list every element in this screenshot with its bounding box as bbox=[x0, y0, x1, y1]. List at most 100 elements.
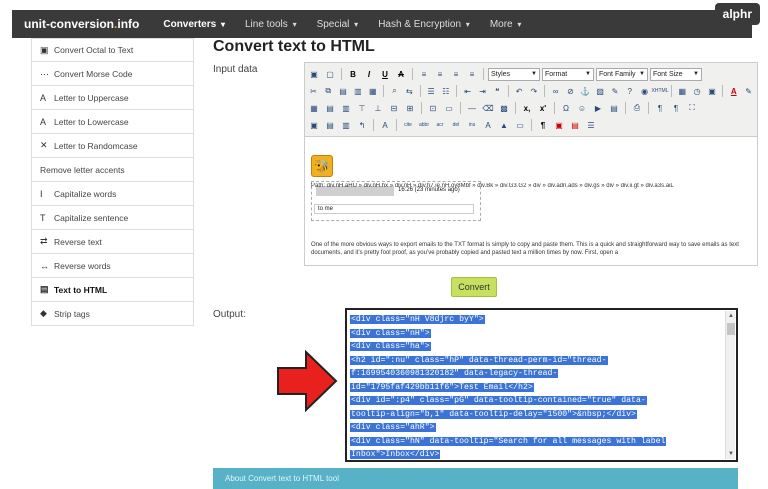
bullet-list-icon[interactable]: ☰ bbox=[425, 84, 438, 98]
insert-col-icon[interactable]: ⊞ bbox=[403, 101, 417, 115]
acronym-icon[interactable]: acr bbox=[433, 118, 447, 132]
sidebar-item-randomcase[interactable]: ✕ Letter to Randomcase bbox=[31, 134, 194, 158]
sidebar-item-uppercase[interactable]: A Letter to Uppercase bbox=[31, 86, 194, 110]
scrollbar-thumb[interactable] bbox=[727, 323, 735, 335]
horizontal-rule-icon[interactable]: — bbox=[465, 101, 479, 115]
font-size-select[interactable]: Font Size ▼ bbox=[650, 67, 702, 81]
cite-icon[interactable]: cite bbox=[401, 118, 415, 132]
replace-icon[interactable]: ⇆ bbox=[403, 84, 416, 98]
template-icon[interactable]: ▲ bbox=[497, 118, 511, 132]
preview-icon[interactable]: ▣ bbox=[706, 84, 719, 98]
move-forward-icon[interactable]: ▤ bbox=[323, 118, 337, 132]
align-justify-icon[interactable]: ≡ bbox=[465, 67, 479, 81]
insert-time-icon[interactable]: ◷ bbox=[691, 84, 704, 98]
html-source-icon[interactable]: ◉ bbox=[638, 84, 651, 98]
insert-date-icon[interactable]: ▦ bbox=[676, 84, 689, 98]
split-cells-icon[interactable]: ⊡ bbox=[426, 101, 440, 115]
styles-select[interactable]: Styles ▼ bbox=[488, 67, 540, 81]
strikethrough-icon[interactable]: A bbox=[394, 67, 408, 81]
format-select[interactable]: Format ▼ bbox=[542, 67, 594, 81]
superscript-icon[interactable]: x' bbox=[536, 101, 550, 115]
pagebreak-alt-icon[interactable]: ☰ bbox=[584, 118, 598, 132]
paste-icon[interactable]: ▤ bbox=[337, 84, 350, 98]
table-icon[interactable]: ▦ bbox=[307, 101, 321, 115]
sidebar-item-morse-code[interactable]: ··· Convert Morse Code bbox=[31, 62, 194, 86]
delete-row-icon[interactable]: ⊟ bbox=[387, 101, 401, 115]
sidebar-item-reverse-text[interactable]: ⇄ Reverse text bbox=[31, 230, 194, 254]
image-icon[interactable]: ▨ bbox=[594, 84, 607, 98]
nav-hash-encryption[interactable]: Hash & Encryption ▾ bbox=[368, 19, 480, 30]
print-icon[interactable]: ⎙ bbox=[630, 101, 644, 115]
xhtml-icon[interactable]: XHTML bbox=[652, 84, 669, 98]
copy-icon[interactable]: ⧉ bbox=[322, 84, 335, 98]
cleanup-icon[interactable]: ✎ bbox=[609, 84, 622, 98]
move-backward-icon[interactable]: ▥ bbox=[339, 118, 353, 132]
numbered-list-icon[interactable]: ☷ bbox=[439, 84, 452, 98]
find-icon[interactable]: ⌕ bbox=[388, 84, 401, 98]
visualchars-icon[interactable]: ¶ bbox=[536, 118, 550, 132]
anchor-icon[interactable]: ⚓ bbox=[579, 84, 592, 98]
absolute-icon[interactable]: ↰ bbox=[355, 118, 369, 132]
site-logo[interactable]: unit-conversion.info bbox=[12, 17, 153, 31]
bold-icon[interactable]: B bbox=[346, 67, 360, 81]
fullscreen-icon[interactable]: ⛶ bbox=[685, 101, 699, 115]
emoticon-icon[interactable]: ☺ bbox=[575, 101, 589, 115]
align-left-icon[interactable]: ≡ bbox=[417, 67, 431, 81]
sidebar-item-text-to-html[interactable]: ▤ Text to HTML bbox=[31, 278, 194, 302]
row-props-icon[interactable]: ▤ bbox=[323, 101, 337, 115]
sidebar-item-capitalize-words[interactable]: I Capitalize words bbox=[31, 182, 194, 206]
rtl-icon[interactable]: ¶ bbox=[669, 101, 683, 115]
pagebreak-icon[interactable]: ▭ bbox=[513, 118, 527, 132]
styleprops-icon[interactable]: A bbox=[378, 118, 392, 132]
remove-format-icon[interactable]: ⌫ bbox=[481, 101, 495, 115]
insert-layer-icon[interactable]: ▣ bbox=[307, 118, 321, 132]
save-icon[interactable]: ▣ bbox=[307, 67, 321, 81]
merge-cells-icon[interactable]: ▭ bbox=[442, 101, 456, 115]
nav-special[interactable]: Special ▾ bbox=[307, 19, 369, 30]
paste-word-icon[interactable]: ▦ bbox=[366, 84, 379, 98]
link-icon[interactable]: ∞ bbox=[549, 84, 562, 98]
ins-icon[interactable]: ins bbox=[465, 118, 479, 132]
visual-aid-icon[interactable]: ▩ bbox=[497, 101, 511, 115]
sidebar-item-lowercase[interactable]: A Letter to Lowercase bbox=[31, 110, 194, 134]
underline-icon[interactable]: U bbox=[378, 67, 392, 81]
outdent-icon[interactable]: ⇤ bbox=[461, 84, 474, 98]
sidebar-item-remove-accents[interactable]: Remove letter accents bbox=[31, 158, 194, 182]
blockquote-icon[interactable]: ❝ bbox=[491, 84, 504, 98]
media-icon[interactable]: ▶ bbox=[591, 101, 605, 115]
nonbreaking-icon[interactable]: ▣ bbox=[552, 118, 566, 132]
cut-icon[interactable]: ✂ bbox=[307, 84, 320, 98]
nav-line-tools[interactable]: Line tools ▾ bbox=[235, 19, 307, 30]
del-icon[interactable]: del bbox=[449, 118, 463, 132]
attribs-icon[interactable]: A bbox=[481, 118, 495, 132]
sidebar-item-strip-tags[interactable]: ◆ Strip tags bbox=[31, 302, 194, 326]
output-scrollbar[interactable]: ▲ ▼ bbox=[725, 311, 735, 459]
nav-more[interactable]: More ▾ bbox=[480, 19, 532, 30]
help-icon[interactable]: ? bbox=[623, 84, 636, 98]
sidebar-item-reverse-words[interactable]: ↔ Reverse words bbox=[31, 254, 194, 278]
italic-icon[interactable]: I bbox=[362, 67, 376, 81]
insert-row-after-icon[interactable]: ⊥ bbox=[371, 101, 385, 115]
sidebar-item-octal-to-text[interactable]: ▣ Convert Octal to Text bbox=[31, 38, 194, 62]
unlink-icon[interactable]: ⊘ bbox=[564, 84, 577, 98]
paste-text-icon[interactable]: ▥ bbox=[351, 84, 364, 98]
blockquote-alt-icon[interactable]: ▤ bbox=[568, 118, 582, 132]
nav-converters[interactable]: Converters ▾ bbox=[153, 19, 235, 30]
subscript-icon[interactable]: x, bbox=[520, 101, 534, 115]
flash-icon[interactable]: ▤ bbox=[607, 101, 621, 115]
editor-content[interactable]: 🐝 16:26 (23 minutes ago) to me One of th… bbox=[305, 137, 757, 280]
undo-icon[interactable]: ↶ bbox=[513, 84, 526, 98]
convert-button[interactable]: Convert bbox=[451, 277, 497, 297]
cell-props-icon[interactable]: ▥ bbox=[339, 101, 353, 115]
insert-row-before-icon[interactable]: ⊤ bbox=[355, 101, 369, 115]
scroll-down-icon[interactable]: ▼ bbox=[726, 449, 736, 459]
new-document-icon[interactable]: ▢ bbox=[323, 67, 337, 81]
align-center-icon[interactable]: ≡ bbox=[433, 67, 447, 81]
redo-icon[interactable]: ↷ bbox=[527, 84, 540, 98]
rich-text-editor[interactable]: ▣ ▢ B I U A ≡ ≡ ≡ ≡ Styles ▼ Format ▼ Font… bbox=[304, 62, 758, 266]
indent-icon[interactable]: ⇥ bbox=[476, 84, 489, 98]
abbr-icon[interactable]: abbr bbox=[417, 118, 431, 132]
scroll-up-icon[interactable]: ▲ bbox=[726, 311, 736, 321]
sidebar-item-capitalize-sentence[interactable]: T Capitalize sentence bbox=[31, 206, 194, 230]
text-color-icon[interactable]: A bbox=[727, 84, 740, 98]
